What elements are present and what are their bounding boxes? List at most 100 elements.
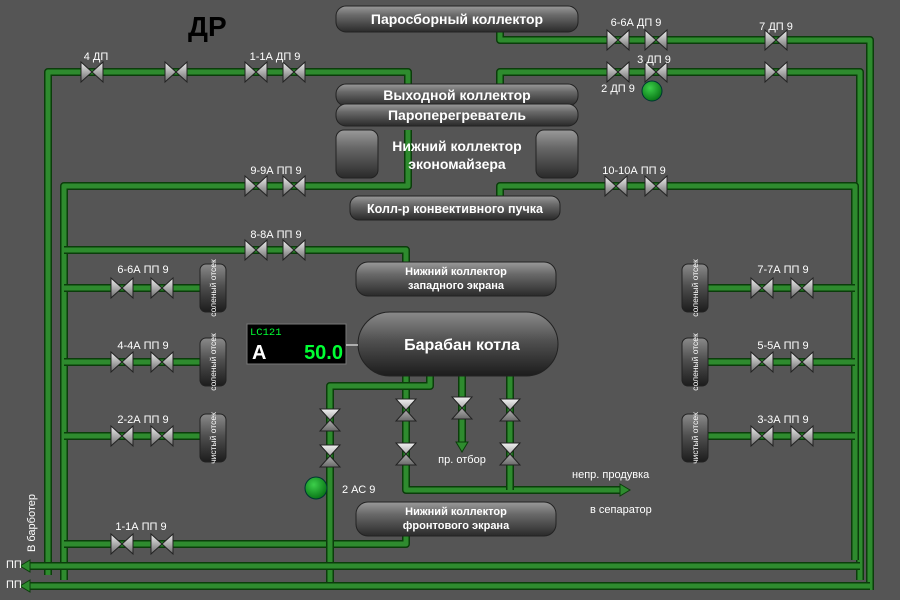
- salt-compartment-left-1[interactable]: соленый отсек: [199, 259, 227, 317]
- valve-4dp-2[interactable]: [164, 60, 188, 84]
- valve-body-icon: [750, 350, 774, 374]
- valve-body-icon: [450, 396, 474, 420]
- label-blowdown: непр. продувка: [572, 469, 650, 481]
- valve-3dp9-2[interactable]: [764, 60, 788, 84]
- valve-3dp9-a[interactable]: [606, 60, 630, 84]
- valve-body-icon: [110, 276, 134, 300]
- valve-1-1a-dp9-b[interactable]: [282, 60, 306, 84]
- boiler-drum-label: Барабан котла: [404, 337, 520, 354]
- label-1-1a-dp9: 1-1А ДП 9: [250, 51, 301, 63]
- valve-body-icon: [606, 28, 630, 52]
- page-title: ДР: [188, 11, 227, 42]
- valve-body-icon: [318, 444, 342, 468]
- label-2-2a-pp9: 2-2А ПП 9: [117, 414, 168, 426]
- valve-body-icon: [244, 60, 268, 84]
- arrow-sampling: [455, 441, 469, 453]
- valve-body-icon: [80, 60, 104, 84]
- valve-body-icon: [150, 350, 174, 374]
- valve-3-3a-pp9-a[interactable]: [750, 424, 774, 448]
- valve-body-icon: [606, 60, 630, 84]
- valve-body-icon: [750, 276, 774, 300]
- superheater[interactable]: Пароперегреватель: [335, 103, 579, 127]
- valve-body-icon: [110, 532, 134, 556]
- valve-body-icon: [244, 174, 268, 198]
- valve-2as9-a[interactable]: [318, 408, 342, 432]
- valve-6-6a-pp9-a[interactable]: [110, 276, 134, 300]
- valve-8-8a-pp9-a[interactable]: [244, 238, 268, 262]
- label-3-3a-pp9: 3-3А ПП 9: [757, 414, 808, 426]
- valve-4-4a-pp9-a[interactable]: [110, 350, 134, 374]
- valve-body-icon: [498, 442, 522, 466]
- valve-9-9a-pp9-a[interactable]: [244, 174, 268, 198]
- controller-mode: А: [252, 342, 266, 364]
- steam-collector[interactable]: Паросборный коллектор: [335, 5, 579, 33]
- valve-6-6a-dp9-b[interactable]: [644, 28, 668, 52]
- valve-1-1a-pp9-b[interactable]: [150, 532, 174, 556]
- label-bubbler: В барботер: [26, 494, 38, 552]
- valve-downcomer-right-a[interactable]: [498, 398, 522, 422]
- label-8-8a-pp9: 8-8А ПП 9: [250, 229, 301, 241]
- valve-body-icon: [764, 28, 788, 52]
- valve-5-5a-pp9-b[interactable]: [790, 350, 814, 374]
- valve-body-icon: [110, 424, 134, 448]
- economizer-collector[interactable]: Нижний коллектор экономайзера: [335, 129, 579, 179]
- valve-body-icon: [790, 350, 814, 374]
- valve-1-1a-pp9-a[interactable]: [110, 532, 134, 556]
- front-collector-label-line2: фронтового экрана: [403, 520, 510, 532]
- front-screen-collector[interactable]: Нижний коллектор фронтового экрана: [355, 501, 557, 537]
- valve-9-9a-pp9-b[interactable]: [282, 174, 306, 198]
- valve-body-icon: [150, 532, 174, 556]
- valve-downcomer-left-b[interactable]: [394, 442, 418, 466]
- boiler-drum[interactable]: Барабан котла: [357, 311, 559, 377]
- arrow-to-separator: [619, 483, 631, 497]
- valve-8-8a-pp9-b[interactable]: [282, 238, 306, 262]
- valve-4dp[interactable]: [80, 60, 104, 84]
- outlet-collector-label: Выходной коллектор: [383, 87, 530, 103]
- label-9-9a-pp9: 9-9А ПП 9: [250, 165, 301, 177]
- pipe-segment: [64, 247, 409, 262]
- salt-compartment-right-1[interactable]: соленый отсек: [681, 259, 709, 317]
- valve-2-2a-pp9-b[interactable]: [150, 424, 174, 448]
- valve-body-icon: [498, 398, 522, 422]
- valve-1-1a-dp9-a[interactable]: [244, 60, 268, 84]
- valve-body-icon: [764, 60, 788, 84]
- outlet-collector[interactable]: Выходной коллектор: [335, 83, 579, 107]
- valve-7-7a-pp9-b[interactable]: [790, 276, 814, 300]
- west-collector-label-line2: западного экрана: [408, 280, 505, 292]
- label-1-1a-pp9: 1-1А ПП 9: [115, 521, 166, 533]
- valve-downcomer-right-b[interactable]: [498, 442, 522, 466]
- salt-compartment-right-2[interactable]: соленый отсек: [681, 333, 709, 391]
- valve-2as9-b[interactable]: [318, 444, 342, 468]
- label-3dp9: 3 ДП 9: [637, 54, 671, 66]
- valve-body-icon: [282, 60, 306, 84]
- economizer-label-line2: экономайзера: [408, 156, 506, 172]
- valve-4-4a-pp9-b[interactable]: [150, 350, 174, 374]
- svg-text:соленый отсек: соленый отсек: [690, 333, 700, 391]
- label-2dp9: 2 ДП 9: [601, 83, 635, 95]
- valve-sampling[interactable]: [450, 396, 474, 420]
- label-6-6a-pp9: 6-6А ПП 9: [117, 264, 168, 276]
- valve-3-3a-pp9-b[interactable]: [790, 424, 814, 448]
- clean-compartment-right[interactable]: чистый отсек: [681, 412, 709, 464]
- valve-7dp9[interactable]: [764, 28, 788, 52]
- clean-compartment-left[interactable]: чистый отсек: [199, 412, 227, 464]
- convective-bundle-collector[interactable]: Колл-р конвективного пучка: [349, 195, 561, 221]
- valve-2-2a-pp9-a[interactable]: [110, 424, 134, 448]
- valve-6-6a-pp9-b[interactable]: [150, 276, 174, 300]
- valve-10-10a-pp9-a[interactable]: [604, 174, 628, 198]
- pipe-segment: [327, 376, 433, 590]
- valve-body-icon: [394, 398, 418, 422]
- valve-body-icon: [790, 424, 814, 448]
- valve-5-5a-pp9-a[interactable]: [750, 350, 774, 374]
- salt-compartment-left-2[interactable]: соленый отсек: [199, 333, 227, 391]
- west-screen-collector[interactable]: Нижний коллектор западного экрана: [355, 261, 557, 297]
- controller-tag: LC121: [250, 327, 282, 339]
- valve-6-6a-dp9-a[interactable]: [606, 28, 630, 52]
- valve-downcomer-left-a[interactable]: [394, 398, 418, 422]
- level-controller-lc121[interactable]: LC121 А 50.0: [246, 323, 358, 365]
- label-7dp9: 7 ДП 9: [759, 21, 793, 33]
- pipe-edge: [326, 376, 434, 590]
- valve-10-10a-pp9-b[interactable]: [644, 174, 668, 198]
- label-pp-lower: ПП: [6, 579, 22, 591]
- valve-7-7a-pp9-a[interactable]: [750, 276, 774, 300]
